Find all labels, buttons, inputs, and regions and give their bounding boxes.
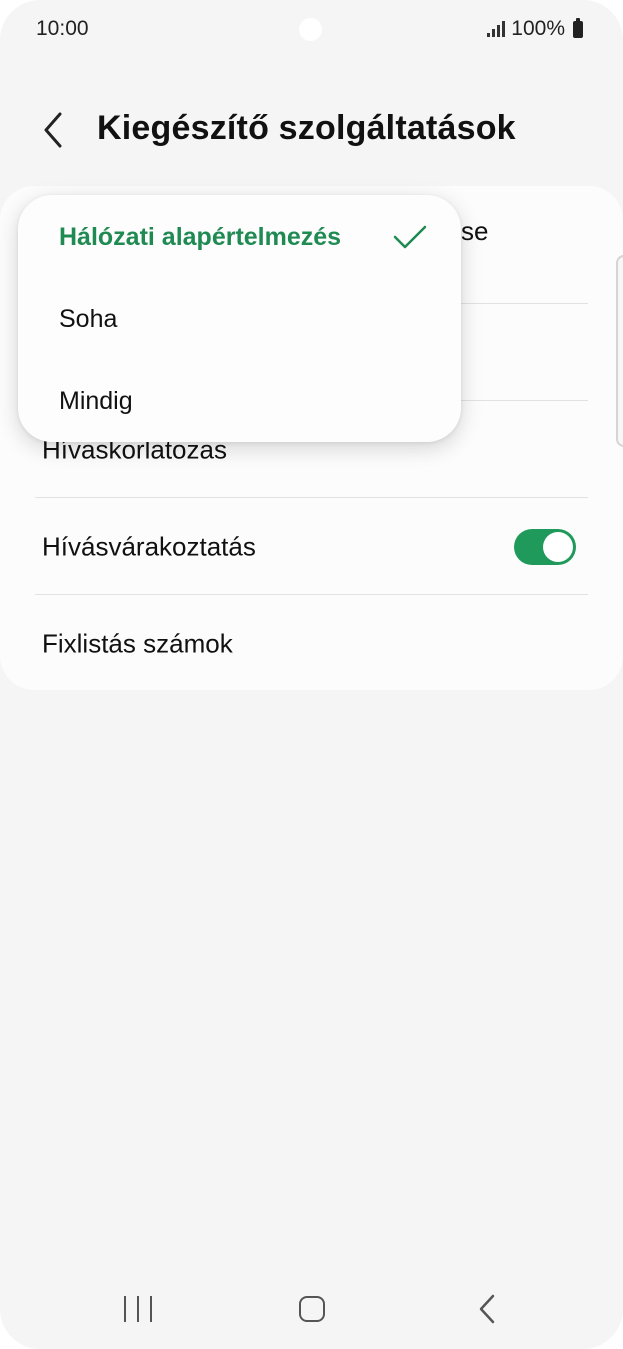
recent-apps-icon[interactable] — [124, 1296, 152, 1322]
chevron-left-icon[interactable] — [36, 110, 72, 150]
signal-icon — [487, 21, 506, 37]
settings-item-label: Fixlistás számok — [42, 628, 233, 659]
scroll-indicator[interactable] — [616, 255, 623, 447]
row-partial-label: se — [461, 216, 489, 246]
call-waiting-toggle[interactable] — [514, 529, 576, 565]
settings-item-label: Hívásvárakoztatás — [42, 531, 256, 562]
settings-item-fixed-dialing[interactable]: Fixlistás számok — [35, 596, 588, 692]
status-icons: 100% — [487, 17, 583, 41]
home-icon[interactable] — [299, 1296, 325, 1322]
divider — [35, 594, 588, 595]
navigation-bar — [0, 1270, 623, 1348]
front-camera — [299, 18, 322, 41]
status-bar: 10:00 100% — [0, 0, 623, 62]
phone-screen: 10:00 100% Kiegészítő szolgáltatások se … — [0, 0, 623, 1349]
status-time: 10:00 — [36, 17, 89, 40]
back-icon[interactable] — [476, 1294, 498, 1324]
battery-percentage: 100% — [511, 17, 565, 40]
battery-icon — [573, 17, 583, 38]
settings-item-call-waiting[interactable]: Hívásvárakoztatás — [35, 499, 588, 595]
check-icon — [393, 225, 427, 249]
popup-option-network-default[interactable]: Hálózati alapértelmezés — [59, 223, 341, 252]
popup-option-never[interactable]: Soha — [59, 305, 117, 334]
page-title: Kiegészítő szolgáltatások — [97, 109, 516, 147]
divider — [35, 497, 588, 498]
app-header: Kiegészítő szolgáltatások — [0, 96, 623, 166]
toggle-knob — [543, 532, 573, 562]
options-popup: Hálózati alapértelmezés Soha Mindig — [18, 195, 461, 442]
popup-option-always[interactable]: Mindig — [59, 387, 133, 416]
